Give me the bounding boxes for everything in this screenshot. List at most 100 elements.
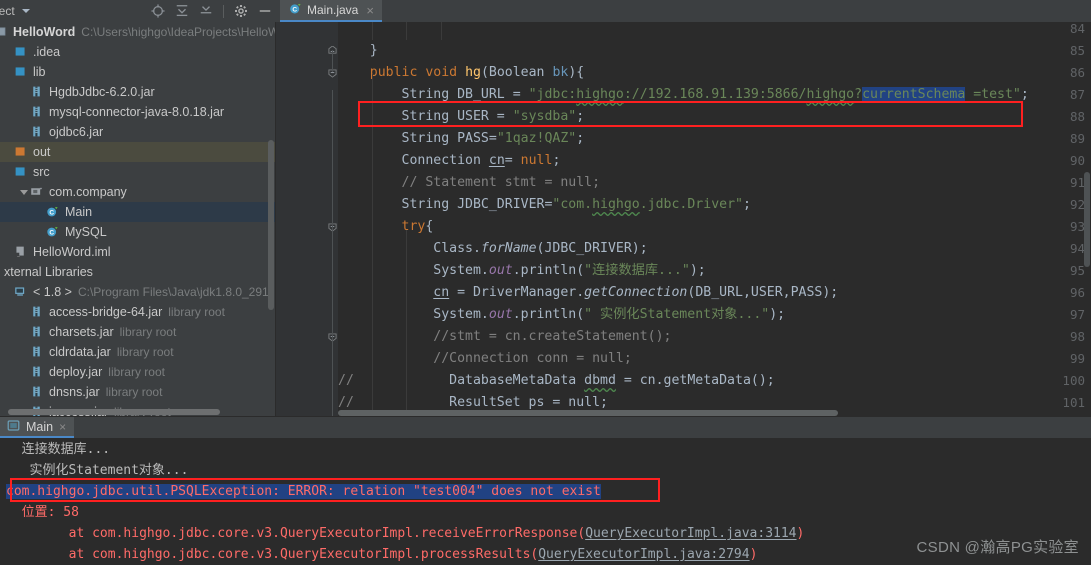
code-token: getConnection [584, 285, 688, 300]
tree-item-1-8[interactable]: < 1.8 > C:\Program Files\Java\jdk1.8.0_29… [0, 282, 275, 302]
editor-tab-bar-empty [381, 0, 1091, 22]
code-token: ; [576, 131, 585, 146]
line-number: 97 [1069, 307, 1085, 322]
chevron-down-icon[interactable] [20, 187, 30, 197]
tree-item-idea[interactable]: .idea [0, 42, 275, 62]
tree-item-sublabel: library root [116, 345, 174, 359]
line-number: 90 [1069, 153, 1085, 168]
stacktrace-link[interactable]: QueryExecutorImpl.java:3114 [585, 526, 796, 541]
project-panel-title[interactable]: ject [0, 4, 15, 18]
project-tree-horizontal-scrollbar-thumb[interactable] [8, 409, 220, 415]
fold-connector-line [332, 50, 333, 72]
tree-item-label: access-bridge-64.jar [49, 305, 163, 319]
code-line[interactable]: cn = DriverManager.getConnection(DB_URL,… [338, 282, 838, 304]
tree-item-label: < 1.8 > [33, 285, 72, 299]
code-token: . [480, 263, 489, 278]
collapse-all-icon[interactable] [199, 4, 213, 18]
tree-item-label: out [33, 145, 51, 159]
code-token: void [425, 65, 458, 80]
tree-item-access-bridge-64-jar[interactable]: access-bridge-64.jar library root [0, 302, 275, 322]
console-output[interactable]: 连接数据库... 实例化Statement对象... com.highgo.jdb… [0, 438, 1091, 565]
tree-item-lib[interactable]: lib [0, 62, 275, 82]
jdk-icon [14, 285, 28, 299]
code-line[interactable]: String PASS="1qaz!QAZ"; [338, 128, 585, 150]
jar-icon [30, 105, 44, 119]
jar-icon [30, 125, 44, 139]
code-token: cn [433, 285, 450, 300]
scrollbar-thumb[interactable] [268, 140, 274, 310]
stacktrace-link[interactable]: QueryExecutorImpl.java:2794 [538, 547, 749, 562]
line-number: 96 [1069, 285, 1085, 300]
toolbar-separator [223, 4, 224, 18]
watermark-text: CSDN @瀚高PG实验室 [916, 539, 1079, 556]
editor-vertical-scrollbar[interactable] [1083, 22, 1091, 416]
console-line[interactable]: at com.highgo.jdbc.core.v3.QueryExecutor… [6, 545, 758, 565]
console-tab-main[interactable]: Main × [0, 417, 75, 438]
code-token: "jdbc: [528, 87, 577, 102]
editor-code-area[interactable]: } public void hg(Boolean bk){ String DB_… [338, 22, 1091, 416]
chevron-down-icon[interactable] [21, 9, 30, 13]
line-number: 88 [1069, 109, 1085, 124]
code-token: ); [689, 263, 706, 278]
console-line[interactable]: 连接数据库... [6, 440, 111, 460]
tree-item-out[interactable]: out [0, 142, 275, 162]
code-line[interactable]: } [338, 40, 378, 62]
tree-item-src[interactable]: src [0, 162, 275, 182]
tree-item-cldrdata-jar[interactable]: cldrdata.jar library root [0, 342, 275, 362]
tree-item-xternal-libraries[interactable]: xternal Libraries [0, 262, 275, 282]
tree-item-main[interactable]: C Main [0, 202, 275, 222]
project-tree-panel[interactable]: HelloWord C:\Users\highgo\IdeaProjects\He… [0, 22, 275, 416]
console-text: at com.highgo.jdbc.core.v3.QueryExecutor… [6, 526, 586, 541]
minimize-icon[interactable] [258, 4, 272, 18]
close-icon[interactable]: × [366, 4, 374, 17]
code-line[interactable]: // Statement stmt = null; [338, 172, 601, 194]
fold-connector-line [332, 250, 333, 416]
code-line[interactable]: //Connection conn = null; [338, 348, 632, 370]
console-text: 位置: 58 [6, 505, 79, 520]
code-line[interactable]: String JDBC_DRIVER="com.highgo.jdbc.Driv… [338, 194, 751, 216]
tree-item-ojdbc6-jar[interactable]: ojdbc6.jar [0, 122, 275, 142]
code-line[interactable]: System.out.println("连接数据库..."); [338, 260, 706, 282]
console-line[interactable]: 位置: 58 [6, 503, 79, 523]
console-line[interactable]: at com.highgo.jdbc.core.v3.QueryExecutor… [6, 524, 805, 544]
locate-icon[interactable] [151, 4, 165, 18]
expand-all-icon[interactable] [175, 4, 189, 18]
jar-icon [30, 345, 44, 359]
code-token: =test" [965, 87, 1021, 102]
jar-icon [30, 85, 44, 99]
line-number: 86 [1069, 65, 1085, 80]
code-editor[interactable]: } public void hg(Boolean bk){ String DB_… [276, 22, 1091, 416]
tree-item-dnsns-jar[interactable]: dnsns.jar library root [0, 382, 275, 402]
code-line[interactable]: try{ [338, 216, 434, 238]
code-line[interactable]: Class.forName(JDBC_DRIVER); [338, 238, 647, 260]
editor-tab-main-java[interactable]: C Main.java × [280, 0, 382, 22]
close-icon[interactable]: × [59, 420, 66, 434]
code-token: { [425, 219, 434, 234]
code-line[interactable]: // DatabaseMetaData dbmd = cn.getMetaDat… [338, 370, 775, 392]
tree-item-hgdbjdbc-6-2-0-jar[interactable]: HgdbJdbc-6.2.0.jar [0, 82, 275, 102]
project-tree-vertical-scrollbar[interactable] [267, 22, 275, 416]
tree-item-com-company[interactable]: com.company [0, 182, 275, 202]
folder-blue-icon [14, 165, 28, 179]
tree-item-mysql-connector-java-8-0-18-jar[interactable]: mysql-connector-java-8.0.18.jar [0, 102, 275, 122]
editor-horizontal-scrollbar-thumb[interactable] [338, 410, 838, 416]
scrollbar-thumb[interactable] [1084, 172, 1090, 267]
tree-item-sublabel: C:\Program Files\Java\jdk1.8.0_291 [77, 285, 269, 299]
code-token: ( [480, 65, 489, 80]
tree-item-deploy-jar[interactable]: deploy.jar library root [0, 362, 275, 382]
tree-item-label: dnsns.jar [49, 385, 100, 399]
code-line[interactable]: public void hg(Boolean bk){ [338, 62, 584, 84]
settings-gear-icon[interactable] [234, 4, 248, 18]
code-token: ://192.168.91.139:5866/ [623, 87, 807, 102]
tree-item-mysql[interactable]: C MySQL [0, 222, 275, 242]
tree-item-helloword-iml[interactable]: _ HelloWord.iml [0, 242, 275, 262]
code-line[interactable]: //stmt = cn.createStatement(); [338, 326, 671, 348]
tree-item-helloword[interactable]: HelloWord C:\Users\highgo\IdeaProjects\He… [0, 22, 275, 42]
java-class-icon: C [46, 205, 60, 219]
tree-item-charsets-jar[interactable]: charsets.jar library root [0, 322, 275, 342]
tree-item-label: HelloWord.iml [33, 245, 111, 259]
tree-item-label: charsets.jar [49, 325, 114, 339]
